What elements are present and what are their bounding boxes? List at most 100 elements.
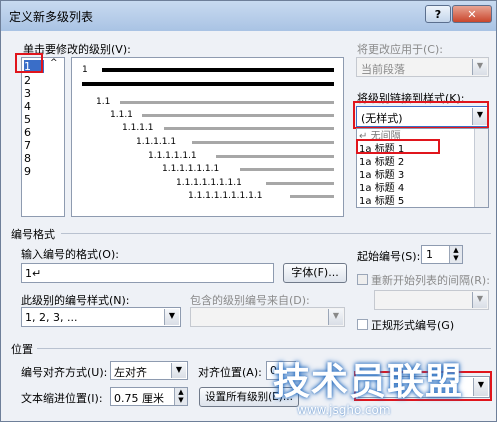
- align-at-label: 对齐位置(A):: [198, 366, 262, 379]
- help-button[interactable]: ?: [425, 5, 451, 23]
- format-value: 1↵: [25, 267, 42, 280]
- apply-to-label: 将更改应用于(C):: [357, 43, 443, 56]
- restart-checkbox[interactable]: [357, 274, 368, 285]
- indent-value: 0.75 厘米: [114, 392, 164, 405]
- level-item-6[interactable]: 6: [24, 126, 46, 139]
- style-icon: 1a: [359, 183, 372, 194]
- restart-label: 重新开始列表的间隔(R):: [371, 274, 490, 287]
- chevron-down-icon[interactable]: ▼: [171, 363, 186, 378]
- chevron-down-icon[interactable]: ▼: [328, 309, 343, 325]
- style-option-heading-4[interactable]: 1a 标题 4: [359, 182, 473, 195]
- watermark-logo: 技术员联盟: [273, 360, 463, 403]
- scroll-up-icon[interactable]: ^: [50, 58, 58, 68]
- define-multilevel-list-dialog: 定义新多级列表 ? ✕ 单击要修改的级别(V): 1 2 3 4 5 6 7 8…: [0, 0, 497, 422]
- highlight-heading-1: [356, 139, 440, 154]
- preview-bar: [266, 182, 334, 185]
- restart-select[interactable]: ▼: [374, 290, 489, 310]
- level-item-9[interactable]: 9: [24, 165, 46, 178]
- group-divider: [61, 233, 491, 234]
- preview-bar: [120, 101, 334, 104]
- preview-pane: 1 1.1 1.1.1 1.1.1.1 1.1.1.1.1 1.1.1.1.1.…: [71, 57, 344, 217]
- highlight-link-style: [353, 101, 489, 129]
- preview-number: 1.1: [96, 97, 111, 107]
- indent-input[interactable]: 0.75 厘米 ▲ ▼: [110, 387, 188, 406]
- style-option-heading-5[interactable]: 1a 标题 5: [359, 195, 473, 208]
- chevron-down-icon[interactable]: ▼: [472, 292, 487, 308]
- preview-level-4: 1.1.1.1: [72, 122, 343, 134]
- start-at-label: 起始编号(S):: [357, 250, 421, 263]
- number-style-select[interactable]: 1, 2, 3, ... ▼: [21, 307, 181, 327]
- position-group-label: 位置: [11, 343, 33, 356]
- preview-number: 1.1.1.1.1.1.1.1.1: [188, 191, 263, 201]
- indent-label: 文本缩进位置(I):: [21, 392, 103, 405]
- preview-level-5: 1.1.1.1.1: [72, 136, 343, 148]
- preview-bar: [240, 168, 334, 171]
- level-item-2[interactable]: 2: [24, 74, 46, 87]
- include-level-select[interactable]: ▼: [190, 307, 345, 327]
- number-style-label: 此级别的编号样式(N):: [21, 294, 130, 307]
- preview-level-8: 1.1.1.1.1.1.1.1: [72, 177, 343, 189]
- apply-to-select[interactable]: 当前段落 ▼: [356, 57, 489, 77]
- format-input[interactable]: 1↵: [21, 263, 274, 283]
- legal-numbering-checkbox[interactable]: [357, 319, 368, 330]
- number-format-group-label: 编号格式: [11, 228, 55, 241]
- dialog-title: 定义新多级列表: [9, 10, 94, 24]
- font-button[interactable]: 字体(F)...: [283, 263, 347, 283]
- include-level-label: 包含的级别编号来自(D):: [190, 294, 310, 307]
- apply-to-value: 当前段落: [361, 63, 405, 76]
- preview-level-9: 1.1.1.1.1.1.1.1.1: [72, 190, 343, 202]
- watermark-url: www.jsgho.com: [297, 403, 391, 417]
- chevron-down-icon[interactable]: ▼: [472, 59, 487, 75]
- preview-number: 1.1.1.1.1.1.1: [162, 164, 220, 174]
- preview-level-6: 1.1.1.1.1.1: [72, 150, 343, 162]
- spinner-icon[interactable]: ▲ ▼: [174, 388, 187, 405]
- level-item-3[interactable]: 3: [24, 87, 46, 100]
- level-item-4[interactable]: 4: [24, 100, 46, 113]
- preview-bar: [164, 127, 334, 130]
- style-option-label: 标题 5: [374, 196, 405, 207]
- chevron-down-icon[interactable]: ▼: [164, 309, 179, 325]
- align-label: 编号对齐方式(U):: [21, 366, 108, 379]
- style-icon: 1a: [359, 196, 372, 207]
- style-option-heading-3[interactable]: 1a 标题 3: [359, 169, 473, 182]
- preview-bar: [142, 114, 334, 117]
- preview-level-2: 1.1: [72, 96, 343, 108]
- preview-level-7: 1.1.1.1.1.1.1: [72, 163, 343, 175]
- close-button[interactable]: ✕: [452, 5, 492, 23]
- preview-level-1: 1: [72, 64, 343, 76]
- preview-number: 1.1.1: [110, 110, 133, 120]
- preview-level-3: 1.1.1: [72, 109, 343, 121]
- level-item-7[interactable]: 7: [24, 139, 46, 152]
- level-list[interactable]: 1 2 3 4 5 6 7 8 9 ^: [21, 57, 65, 217]
- preview-number: 1: [82, 65, 88, 75]
- format-label: 输入编号的格式(O):: [21, 248, 119, 261]
- group-divider: [37, 348, 491, 349]
- style-list-scrollbar[interactable]: [474, 129, 488, 207]
- preview-number: 1.1.1.1: [122, 123, 154, 133]
- legal-numbering-label: 正规形式编号(G): [371, 319, 455, 332]
- preview-bar: [216, 155, 334, 158]
- preview-bar: [290, 195, 334, 198]
- style-option-label: 标题 3: [374, 170, 405, 181]
- preview-bar: [102, 68, 334, 72]
- style-icon: 1a: [359, 157, 372, 168]
- highlight-level-1: [15, 53, 43, 73]
- style-icon: 1a: [359, 170, 372, 181]
- align-value: 左对齐: [114, 366, 147, 379]
- preview-number: 1.1.1.1.1.1.1.1: [176, 178, 242, 188]
- preview-bar: [82, 82, 334, 86]
- number-style-value: 1, 2, 3, ...: [25, 311, 78, 324]
- level-item-8[interactable]: 8: [24, 152, 46, 165]
- preview-number: 1.1.1.1.1.1: [148, 151, 197, 161]
- preview-bar: [192, 141, 334, 144]
- spinner-icon[interactable]: ▲ ▼: [449, 246, 462, 263]
- preview-number: 1.1.1.1.1: [136, 137, 177, 147]
- start-at-input[interactable]: 1 ▲ ▼: [421, 245, 463, 264]
- level-item-5[interactable]: 5: [24, 113, 46, 126]
- title-bar: 定义新多级列表 ? ✕: [1, 1, 496, 31]
- align-select[interactable]: 左对齐 ▼: [110, 361, 188, 380]
- start-at-value: 1: [426, 248, 433, 261]
- style-option-label: 标题 2: [374, 157, 405, 168]
- style-option-heading-2[interactable]: 1a 标题 2: [359, 156, 473, 169]
- style-option-label: 标题 4: [374, 183, 405, 194]
